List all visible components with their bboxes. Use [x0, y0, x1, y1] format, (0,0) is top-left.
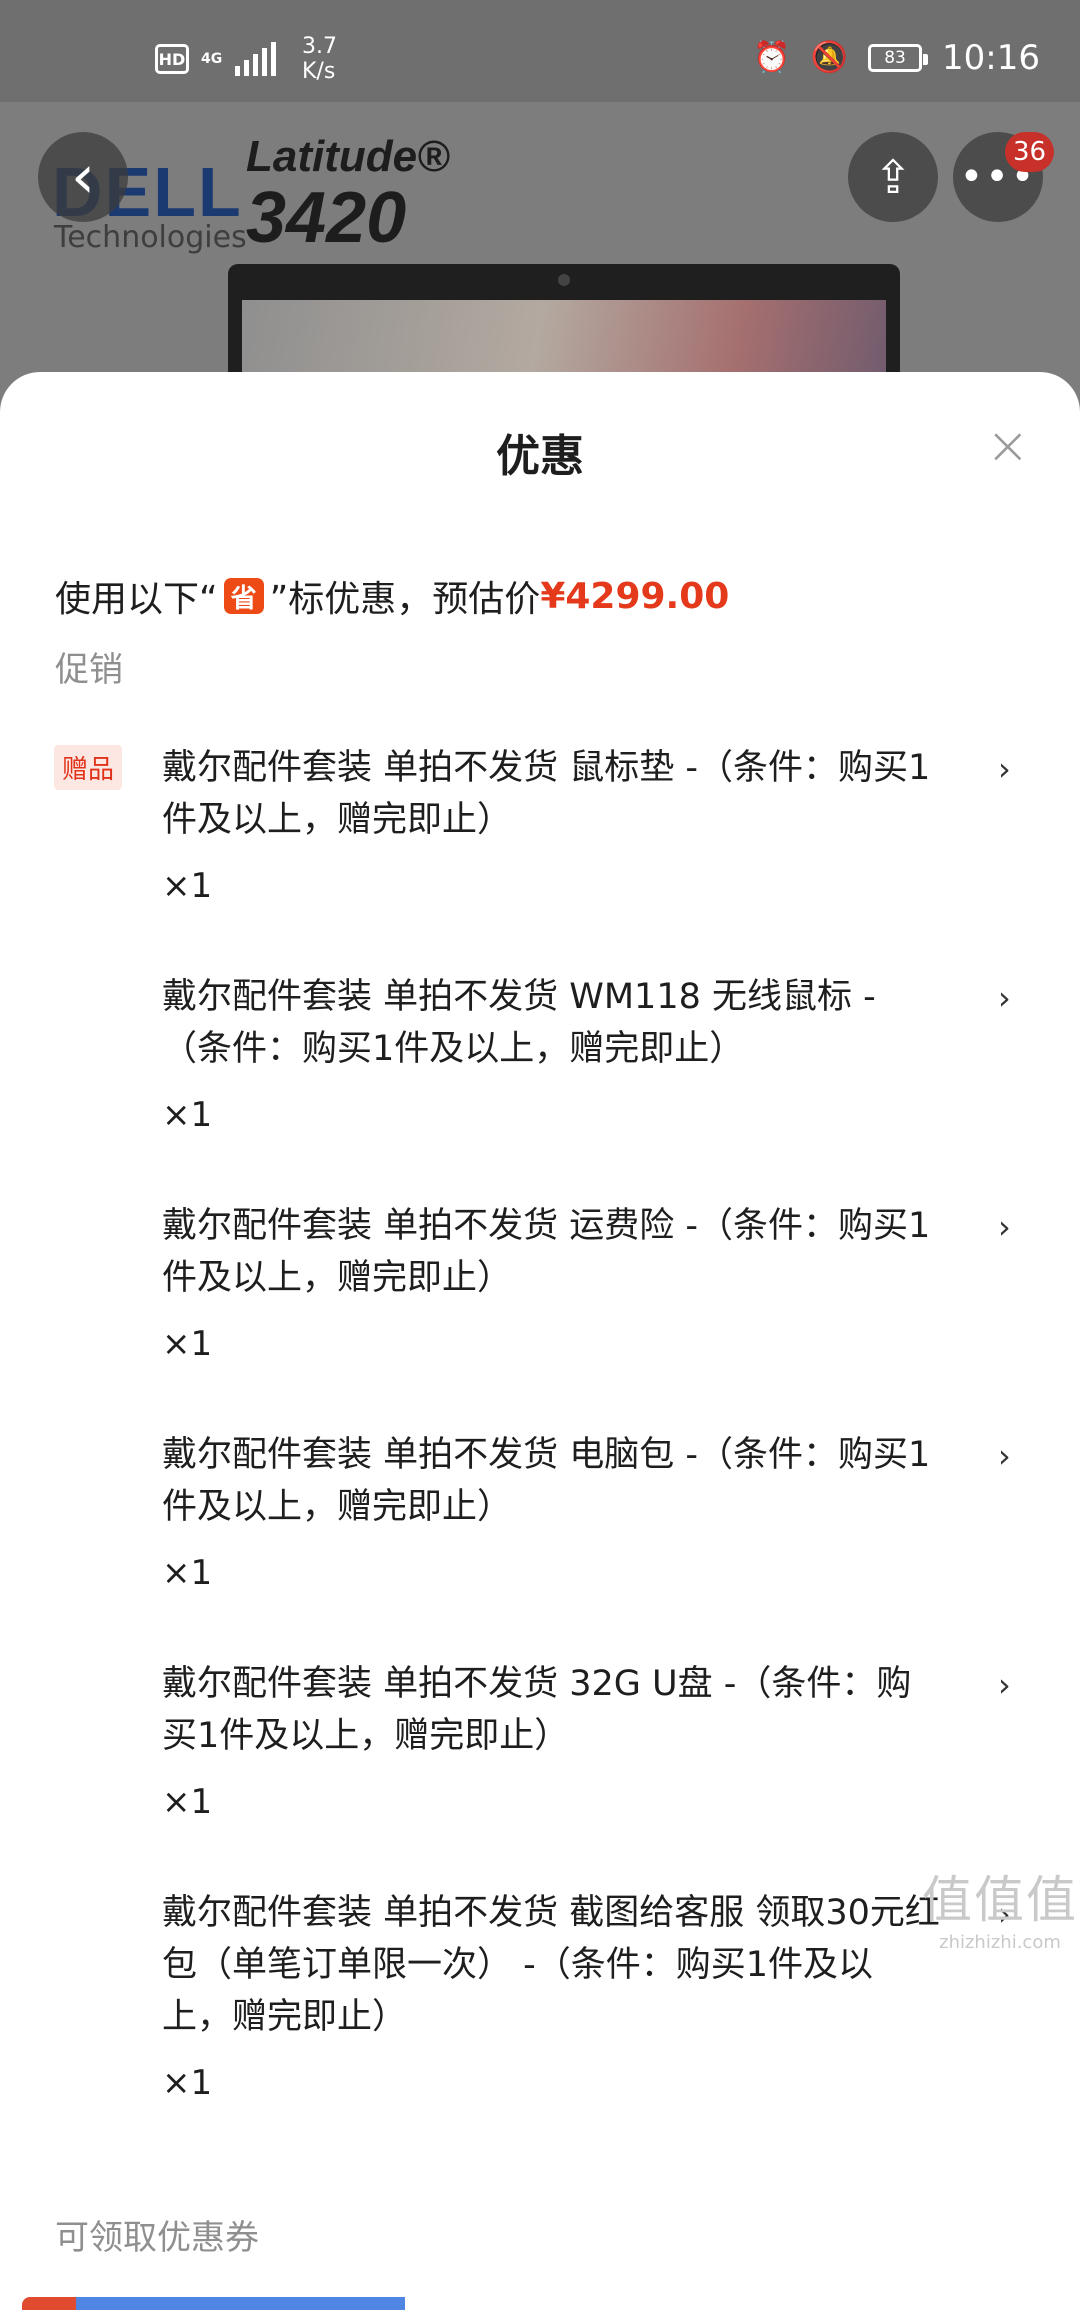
promo-desc: 戴尔配件套装 单拍不发货 鼠标垫 -（条件：购买1件及以上，赠完即止）	[162, 748, 931, 840]
promo-qty: ×1	[162, 1782, 213, 1822]
status-right: ⏰ 🔕 83 10:16	[753, 38, 1040, 78]
network-speed: 3.7 K/s	[302, 34, 337, 84]
summary-prefix: 使用以下“	[55, 579, 218, 620]
chevron-right-icon[interactable]: ›	[998, 979, 1011, 1017]
sheet-title: 优惠	[496, 431, 584, 482]
clock: 10:16	[942, 38, 1040, 78]
model-name: Latitude® 3420	[246, 132, 450, 254]
watermark-url: zhizhizhi.com	[939, 1932, 1061, 1953]
promo-desc: 戴尔配件套装 单拍不发货 32G U盘 -（条件：购买1件及以上，赠完即止）	[162, 1664, 912, 1756]
promo-desc: 戴尔配件套装 单拍不发货 WM118 无线鼠标 -（条件：购买1件及以上，赠完即…	[162, 977, 876, 1069]
chevron-right-icon[interactable]: ›	[998, 1666, 1011, 1704]
price-summary: 使用以下“ 省 ”标优惠，预估价 ¥4299.00	[55, 570, 729, 622]
status-bar: HD 4G 3.7 K/s ⏰ 🔕 83 10:16	[0, 0, 1080, 102]
promo-qty: ×1	[162, 1553, 213, 1593]
back-arrow-icon: ‹	[71, 142, 95, 212]
promo-desc: 戴尔配件套装 单拍不发货 截图给客服 领取30元红包（单笔订单限一次） -（条件…	[162, 1893, 940, 2037]
estimated-price: ¥4299.00	[540, 575, 730, 617]
chevron-right-icon[interactable]: ›	[998, 750, 1011, 788]
share-icon: ⇪	[873, 150, 913, 204]
coupon-card[interactable]	[70, 2297, 405, 2310]
promo-item[interactable]: 戴尔配件套装 单拍不发货 鼠标垫 -（条件：购买1件及以上，赠完即止） ×1	[162, 742, 942, 912]
promo-qty: ×1	[162, 866, 213, 906]
message-count-badge: 36	[1005, 132, 1055, 172]
signal-icon	[235, 42, 276, 76]
coupon-tag	[22, 2297, 76, 2310]
promo-qty: ×1	[162, 2063, 213, 2103]
battery-icon: 83	[868, 44, 929, 72]
network-type: 4G	[201, 51, 223, 67]
promo-item[interactable]: 戴尔配件套装 单拍不发货 32G U盘 -（条件：购买1件及以上，赠完即止） ×…	[162, 1658, 942, 1828]
watermark-text: 值值值	[922, 1871, 1078, 1929]
promo-item[interactable]: 戴尔配件套装 单拍不发货 WM118 无线鼠标 -（条件：购买1件及以上，赠完即…	[162, 971, 942, 1141]
chevron-right-icon[interactable]: ›	[998, 1437, 1011, 1475]
summary-mid: ”标优惠，预估价	[269, 579, 541, 620]
alarm-icon: ⏰	[753, 40, 791, 75]
promo-qty: ×1	[162, 1095, 213, 1135]
promo-item[interactable]: 戴尔配件套装 单拍不发货 电脑包 -（条件：购买1件及以上，赠完即止） ×1	[162, 1429, 942, 1599]
section-coupons: 可领取优惠券	[55, 2218, 259, 2258]
webcam	[558, 274, 570, 286]
speed-unit: K/s	[302, 59, 336, 84]
gift-tag: 赠品	[54, 745, 123, 790]
model-line1: Latitude®	[246, 132, 450, 181]
close-icon[interactable]: ×	[986, 416, 1030, 476]
promo-desc: 戴尔配件套装 单拍不发货 运费险 -（条件：购买1件及以上，赠完即止）	[162, 1206, 931, 1298]
hd-icon: HD	[155, 44, 189, 74]
promo-item[interactable]: 戴尔配件套装 单拍不发货 运费险 -（条件：购买1件及以上，赠完即止） ×1	[162, 1200, 942, 1370]
speed-value: 3.7	[302, 34, 337, 59]
brand-subtitle: Technologies	[54, 220, 247, 255]
share-button[interactable]: ⇪	[848, 132, 938, 222]
back-button[interactable]: ‹	[38, 132, 128, 222]
promo-desc: 戴尔配件套装 单拍不发货 电脑包 -（条件：购买1件及以上，赠完即止）	[162, 1435, 931, 1527]
battery-level: 83	[884, 48, 906, 68]
bell-off-icon: 🔕	[810, 40, 849, 75]
chevron-right-icon[interactable]: ›	[998, 1208, 1011, 1246]
promo-qty: ×1	[162, 1324, 213, 1364]
promo-sheet: 优惠 × 使用以下“ 省 ”标优惠，预估价 ¥4299.00 促销 赠品 戴尔配…	[0, 372, 1080, 2310]
save-badge-icon: 省	[223, 578, 264, 614]
section-promotions: 促销	[55, 650, 123, 690]
promo-item[interactable]: 戴尔配件套装 单拍不发货 截图给客服 领取30元红包（单笔订单限一次） -（条件…	[162, 1887, 942, 2109]
watermark-logo: 值值值 zhizhizhi.com	[922, 1860, 1078, 1953]
model-line2: 3420	[246, 178, 407, 258]
status-left: HD 4G 3.7 K/s	[155, 34, 337, 84]
